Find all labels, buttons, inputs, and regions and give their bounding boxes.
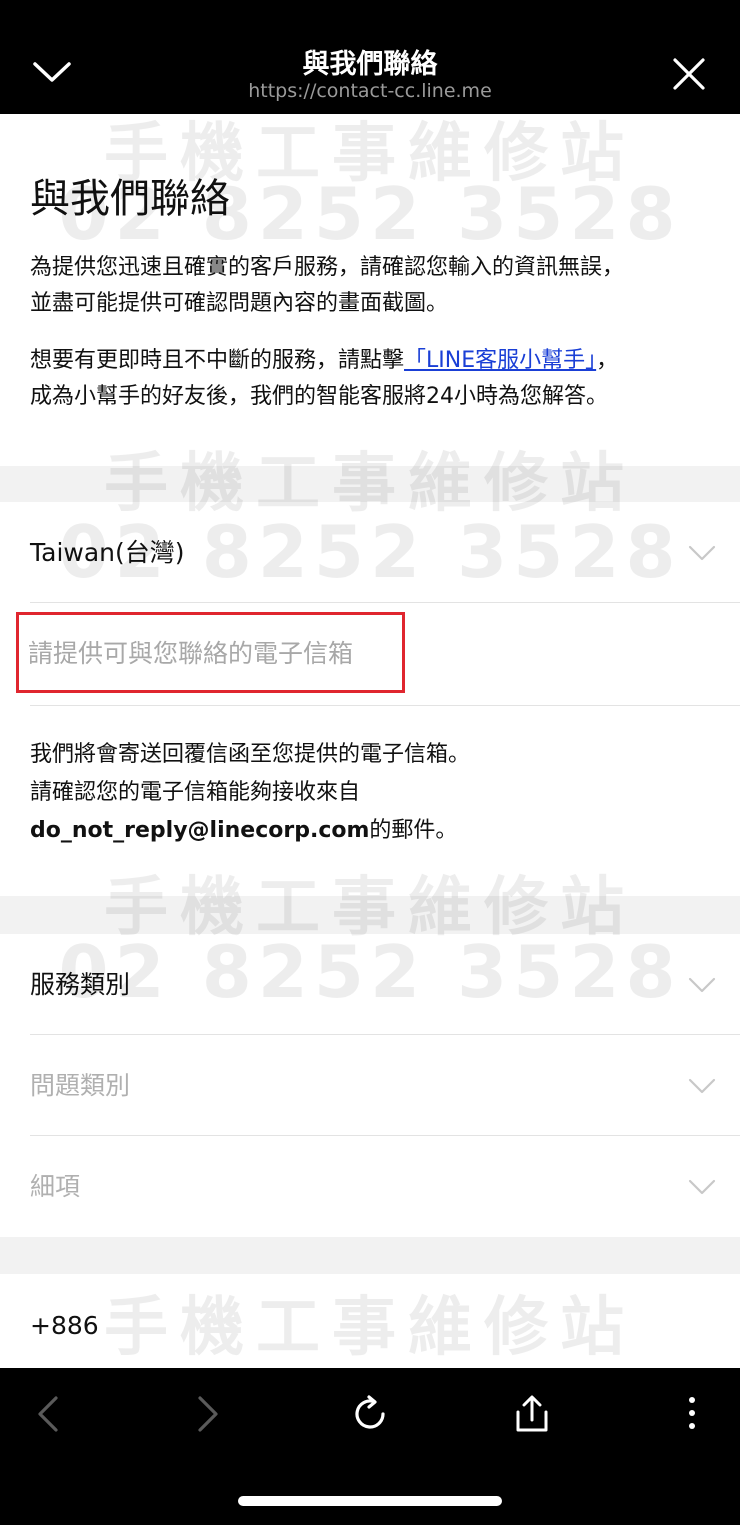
note-email: do_not_reply@linecorp.com	[30, 818, 370, 843]
header-url: https://contact-cc.line.me	[248, 80, 492, 102]
note-suffix: 的郵件。	[369, 818, 458, 843]
helper-line-1: 想要有更即時且不中斷的服務，請點擊「LINE客服小幫手」，	[30, 343, 720, 379]
browser-header: 與我們聯絡 https://contact-cc.line.me	[0, 0, 740, 114]
helper-prefix: 想要有更即時且不中斷的服務，請點擊	[30, 348, 405, 373]
close-icon[interactable]	[672, 57, 706, 91]
more-vertical-icon[interactable]	[682, 1394, 702, 1434]
note-line-2: 請確認您的電子信箱能夠接收來自	[30, 780, 361, 805]
chevron-down-icon	[688, 1179, 716, 1195]
intro-line-2: 並盡可能提供可確認問題內容的畫面截圖。	[30, 291, 449, 316]
helper-text: 想要有更即時且不中斷的服務，請點擊「LINE客服小幫手」， 成為小幫手的好友後，…	[30, 343, 720, 415]
note-line-1: 我們將會寄送回覆信函至您提供的電子信箱。	[30, 742, 471, 767]
line-helper-link[interactable]: 「LINE客服小幫手」	[404, 348, 596, 373]
detail-select[interactable]: 細項	[0, 1136, 740, 1237]
row-divider	[30, 705, 740, 706]
section-divider	[0, 466, 740, 502]
browser-toolbar	[0, 1368, 740, 1525]
email-row	[0, 603, 740, 706]
chevron-down-icon	[688, 545, 716, 561]
header-title: 與我們聯絡	[302, 49, 438, 80]
reload-icon[interactable]	[350, 1394, 390, 1434]
helper-line-2: 成為小幫手的好友後，我們的智能客服將24小時為您解答。	[30, 384, 608, 409]
detail-label: 細項	[30, 1172, 81, 1201]
issue-category-label: 問題類別	[30, 1071, 131, 1100]
service-category-select[interactable]: 服務類別	[0, 934, 740, 1035]
email-field[interactable]	[28, 623, 408, 683]
email-note: 我們將會寄送回覆信函至您提供的電子信箱。 請確認您的電子信箱能夠接收來自 do_…	[30, 736, 720, 850]
service-category-label: 服務類別	[30, 970, 131, 999]
intro-text: 為提供您迅速且確實的客戶服務，請確認您輸入的資訊無誤， 並盡可能提供可確認問題內…	[30, 250, 720, 322]
helper-mid: ，	[596, 348, 619, 373]
country-value: Taiwan(台灣)	[30, 538, 185, 567]
phone-code: +886	[30, 1311, 99, 1340]
share-icon[interactable]	[512, 1394, 552, 1434]
home-indicator	[238, 1496, 502, 1506]
phone-code-select[interactable]: +886	[0, 1274, 740, 1368]
section-divider	[0, 1237, 740, 1274]
forward-arrow-icon[interactable]	[194, 1394, 222, 1434]
section-divider	[0, 896, 740, 934]
back-arrow-icon[interactable]	[34, 1394, 62, 1434]
chevron-down-icon	[688, 1078, 716, 1094]
note-line-3: do_not_reply@linecorp.com的郵件。	[30, 812, 720, 850]
intro-line-1: 為提供您迅速且確實的客戶服務，請確認您輸入的資訊無誤，	[30, 255, 625, 280]
country-select[interactable]: Taiwan(台灣)	[0, 502, 740, 603]
page-title: 與我們聯絡	[30, 176, 230, 222]
chevron-down-icon	[688, 977, 716, 993]
issue-category-select[interactable]: 問題類別	[0, 1035, 740, 1136]
